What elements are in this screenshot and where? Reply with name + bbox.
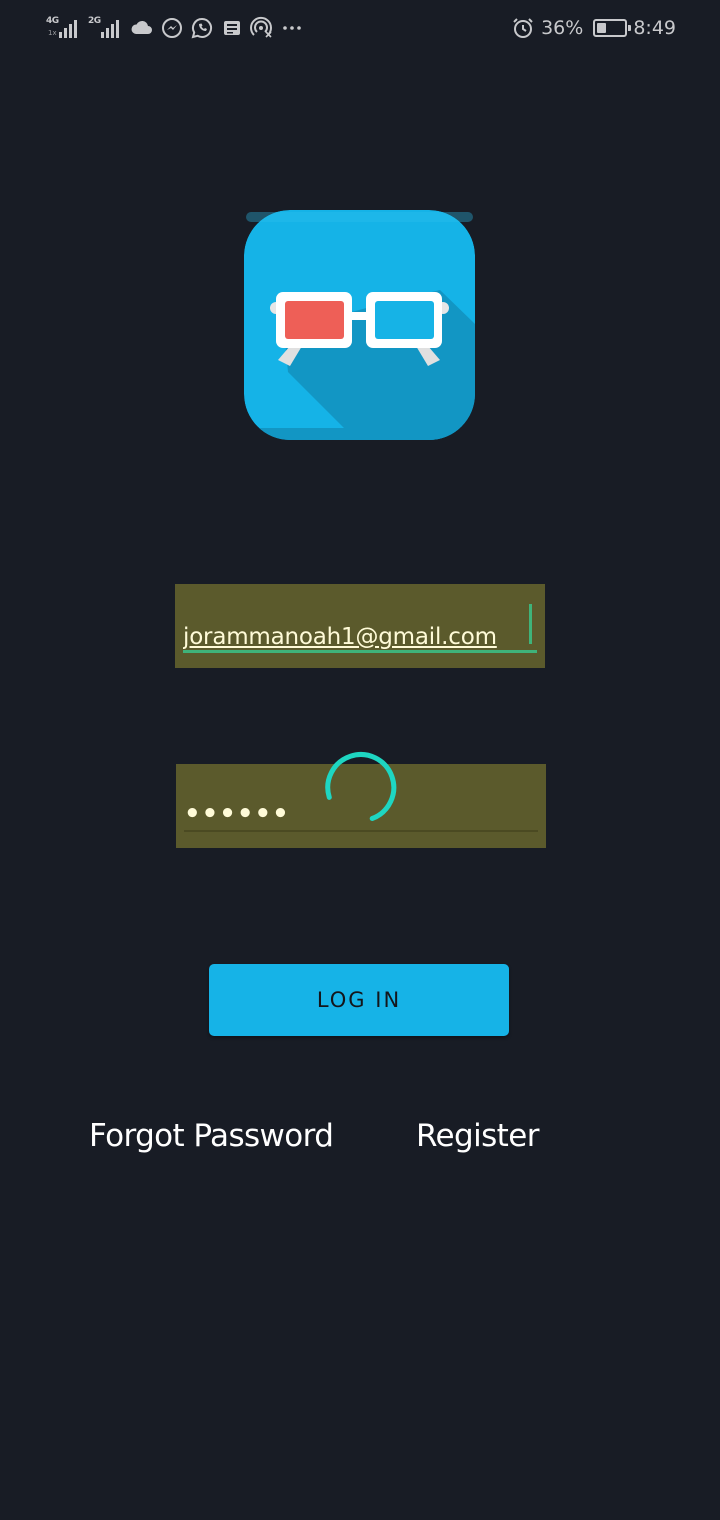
battery-icon bbox=[593, 19, 632, 37]
status-bar-left: 4G 1x 2G bbox=[46, 14, 304, 42]
signal-4g-icon: 4G 1x bbox=[46, 16, 82, 40]
network-subtype-1: 1x bbox=[48, 29, 57, 37]
more-dots-icon bbox=[283, 26, 301, 30]
whatsapp-icon bbox=[191, 17, 213, 39]
3d-glasses-logo bbox=[244, 210, 475, 440]
login-button[interactable]: LOG IN bbox=[209, 964, 509, 1036]
loading-spinner bbox=[325, 752, 397, 821]
news-icon bbox=[224, 21, 240, 35]
network-type-2: 2G bbox=[88, 16, 101, 26]
forgot-password-link[interactable]: Forgot Password bbox=[89, 1118, 334, 1154]
cloud-icon bbox=[131, 20, 152, 34]
login-screen: 4G 1x 2G 36% 8:49 jorammanoah1@gmail.com… bbox=[0, 0, 720, 1520]
hotspot-icon bbox=[250, 16, 272, 38]
alarm-icon bbox=[513, 18, 533, 38]
status-bar-right: 36% 8:49 bbox=[511, 14, 676, 42]
email-field[interactable] bbox=[175, 584, 545, 668]
messenger-icon bbox=[162, 18, 182, 38]
battery-saver-icon bbox=[606, 24, 615, 32]
status-bar: 4G 1x 2G 36% 8:49 bbox=[0, 0, 720, 56]
clock: 8:49 bbox=[633, 17, 676, 39]
signal-2g-icon: 2G bbox=[88, 16, 124, 40]
email-focus-underline bbox=[183, 650, 537, 653]
network-type-1: 4G bbox=[46, 16, 59, 26]
password-underline bbox=[184, 830, 538, 832]
register-link[interactable]: Register bbox=[416, 1118, 539, 1154]
text-cursor bbox=[529, 604, 532, 644]
battery-percent: 36% bbox=[541, 17, 584, 39]
email-input[interactable] bbox=[175, 584, 545, 668]
